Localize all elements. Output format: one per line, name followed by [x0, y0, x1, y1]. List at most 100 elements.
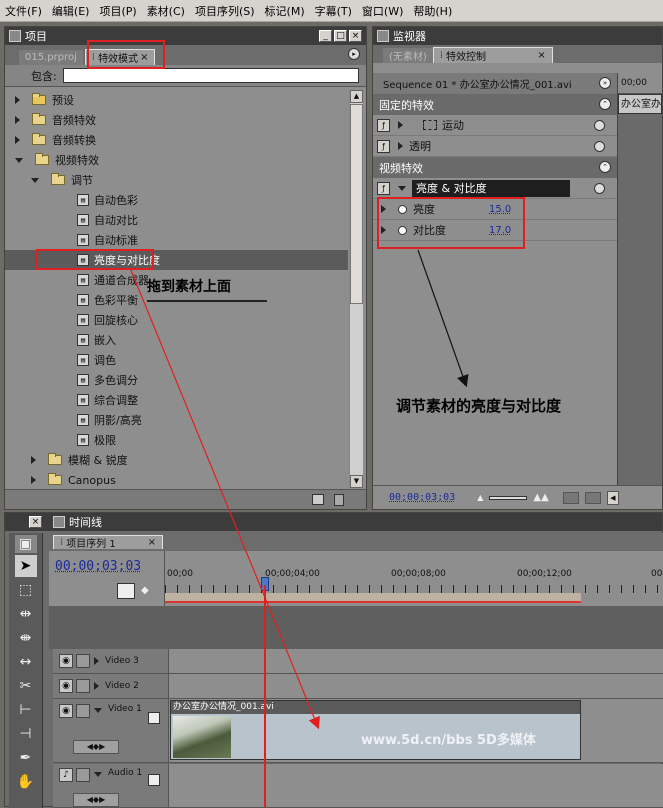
tree-item[interactable]: ▤ 回旋核心: [5, 310, 348, 330]
zoom-in-icon[interactable]: ▲▲: [533, 492, 548, 503]
tree-item[interactable]: 调节: [5, 170, 348, 190]
tree-item[interactable]: ▤ 自动色彩: [5, 190, 348, 210]
tab-sequence[interactable]: ⁞ 项目序列 1 ×: [53, 535, 163, 550]
new-bin-icon[interactable]: [312, 494, 324, 505]
maximize-button[interactable]: □: [334, 30, 347, 42]
filter-input[interactable]: [62, 68, 359, 83]
close-button[interactable]: ×: [349, 30, 362, 42]
menu-item[interactable]: 窗口(W): [357, 3, 408, 19]
snap-icon[interactable]: [117, 583, 135, 599]
eye-icon[interactable]: ◉: [59, 679, 73, 693]
tab-close-icon[interactable]: ×: [148, 537, 156, 548]
tree-item[interactable]: 音频转换: [5, 130, 348, 150]
eye-icon[interactable]: ◉: [59, 654, 73, 668]
rolling-edit-tool-icon[interactable]: ⇼: [15, 627, 37, 649]
rate-stretch-tool-icon[interactable]: ↔: [15, 651, 37, 673]
collapse-icon[interactable]: ⌃: [599, 161, 611, 173]
show-timeline-button[interactable]: »: [599, 77, 611, 89]
tree-item[interactable]: ▤ 自动标准: [5, 230, 348, 250]
minimize-button[interactable]: _: [319, 30, 332, 42]
tree-item[interactable]: 音频特效: [5, 110, 348, 130]
expand-icon[interactable]: [15, 96, 20, 104]
fx-toggle-icon[interactable]: ƒ: [377, 139, 390, 153]
keyframe-nav[interactable]: ◀◆▶: [73, 792, 119, 807]
expand-icon[interactable]: [31, 476, 36, 484]
expand-icon[interactable]: [398, 121, 403, 129]
collapse-icon[interactable]: [15, 157, 23, 163]
menu-item[interactable]: 素材(C): [142, 3, 190, 19]
razor-tool-icon[interactable]: ✂: [15, 675, 37, 697]
tab-close-icon[interactable]: ×: [537, 50, 545, 61]
zoom-out-icon[interactable]: ▲: [477, 493, 483, 502]
trash-icon[interactable]: [334, 494, 344, 506]
expand-icon[interactable]: [94, 682, 99, 690]
pen-tool-icon[interactable]: ✒: [15, 747, 37, 769]
loop-icon[interactable]: [584, 491, 601, 504]
hand-tool-icon[interactable]: ✋: [15, 771, 37, 793]
slide-tool-icon[interactable]: ⊣: [15, 723, 37, 745]
scroll-up-arrow[interactable]: ▲: [350, 90, 363, 103]
tree-item[interactable]: ▤ 自动对比: [5, 210, 348, 230]
work-area-bar[interactable]: [165, 593, 581, 603]
fx-toggle-icon[interactable]: ƒ: [377, 118, 390, 132]
menu-item[interactable]: 帮助(H): [408, 3, 457, 19]
menu-item[interactable]: 项目序列(S): [190, 3, 260, 19]
tree-item[interactable]: 模糊 & 锐度: [5, 450, 348, 470]
tree-item[interactable]: Canopus: [5, 470, 348, 488]
tree-item[interactable]: ▤ 多色调分: [5, 370, 348, 390]
lock-icon[interactable]: [76, 768, 90, 782]
expand-icon[interactable]: [31, 456, 36, 464]
reset-icon[interactable]: [594, 141, 605, 152]
marker-icon[interactable]: ◆: [141, 585, 149, 596]
selection-tool-icon[interactable]: ➤: [14, 555, 37, 577]
display-style-icon[interactable]: [147, 712, 160, 724]
collapse-icon[interactable]: [31, 177, 39, 183]
collapse-icon[interactable]: ⌃: [599, 98, 611, 110]
lock-icon[interactable]: [76, 679, 90, 693]
menu-item[interactable]: 项目(P): [94, 3, 141, 19]
menu-item[interactable]: 字幕(T): [310, 3, 357, 19]
eye-icon[interactable]: ◉: [59, 704, 73, 718]
tree-item[interactable]: ▤ 嵌入: [5, 330, 348, 350]
ripple-edit-tool-icon[interactable]: ⇹: [15, 603, 37, 625]
menu-item[interactable]: 标记(M): [260, 3, 310, 19]
panel-menu-icon[interactable]: ▸: [348, 48, 360, 60]
collapse-icon[interactable]: [398, 185, 406, 191]
tree-item[interactable]: ▤ 极限: [5, 430, 348, 450]
expand-icon[interactable]: [15, 136, 20, 144]
expand-icon[interactable]: [15, 116, 20, 124]
lock-icon[interactable]: [76, 704, 90, 718]
ec-timecode[interactable]: 00;00;03;03: [389, 492, 455, 503]
video-clip[interactable]: 办公室办公情况_001.avi www.5d.cn/bbs 5D多媒体: [170, 700, 581, 760]
tree-scrollbar[interactable]: ▲ ▼: [349, 90, 363, 488]
expand-icon[interactable]: [94, 657, 99, 665]
fx-toggle-icon[interactable]: ƒ: [377, 181, 390, 195]
track-select-tool-icon[interactable]: ⬚: [15, 579, 37, 601]
reset-icon[interactable]: [594, 120, 605, 131]
tree-item[interactable]: ▤ 阴影/高亮: [5, 410, 348, 430]
tree-item[interactable]: 视频特效: [5, 150, 348, 170]
sequence-timecode[interactable]: 00;00;03;03: [55, 559, 141, 574]
opacity-row[interactable]: ƒ 透明: [373, 136, 617, 157]
expand-icon[interactable]: [398, 142, 403, 150]
tree-item[interactable]: ▤ 调色: [5, 350, 348, 370]
scroll-thumb[interactable]: [350, 104, 363, 304]
speaker-icon[interactable]: ♪: [59, 768, 73, 782]
collapse-icon[interactable]: [94, 708, 102, 713]
zoom-slider[interactable]: [489, 495, 528, 500]
collapse-icon[interactable]: [94, 772, 102, 777]
reset-icon[interactable]: [594, 183, 605, 194]
scroll-down-arrow[interactable]: ▼: [350, 475, 363, 488]
tree-item[interactable]: ▤ 综合调整: [5, 390, 348, 410]
tab-no-clip[interactable]: (无素材): [383, 48, 433, 63]
waveform-icon[interactable]: [148, 774, 161, 786]
keyframe-nav[interactable]: ◀◆▶: [73, 740, 119, 754]
brightness-contrast-row[interactable]: ƒ 亮度 & 对比度: [373, 178, 617, 199]
tree-item[interactable]: 预设: [5, 90, 348, 110]
tab-project-file[interactable]: 015.prproj: [19, 50, 83, 65]
menu-item[interactable]: 编辑(E): [47, 3, 95, 19]
scroll-left-arrow[interactable]: ◀: [606, 490, 619, 505]
lock-icon[interactable]: [76, 654, 90, 668]
motion-row[interactable]: ƒ 运动: [373, 115, 617, 136]
tab-effect-controls[interactable]: ⁞ 特效控制 ×: [432, 47, 553, 63]
